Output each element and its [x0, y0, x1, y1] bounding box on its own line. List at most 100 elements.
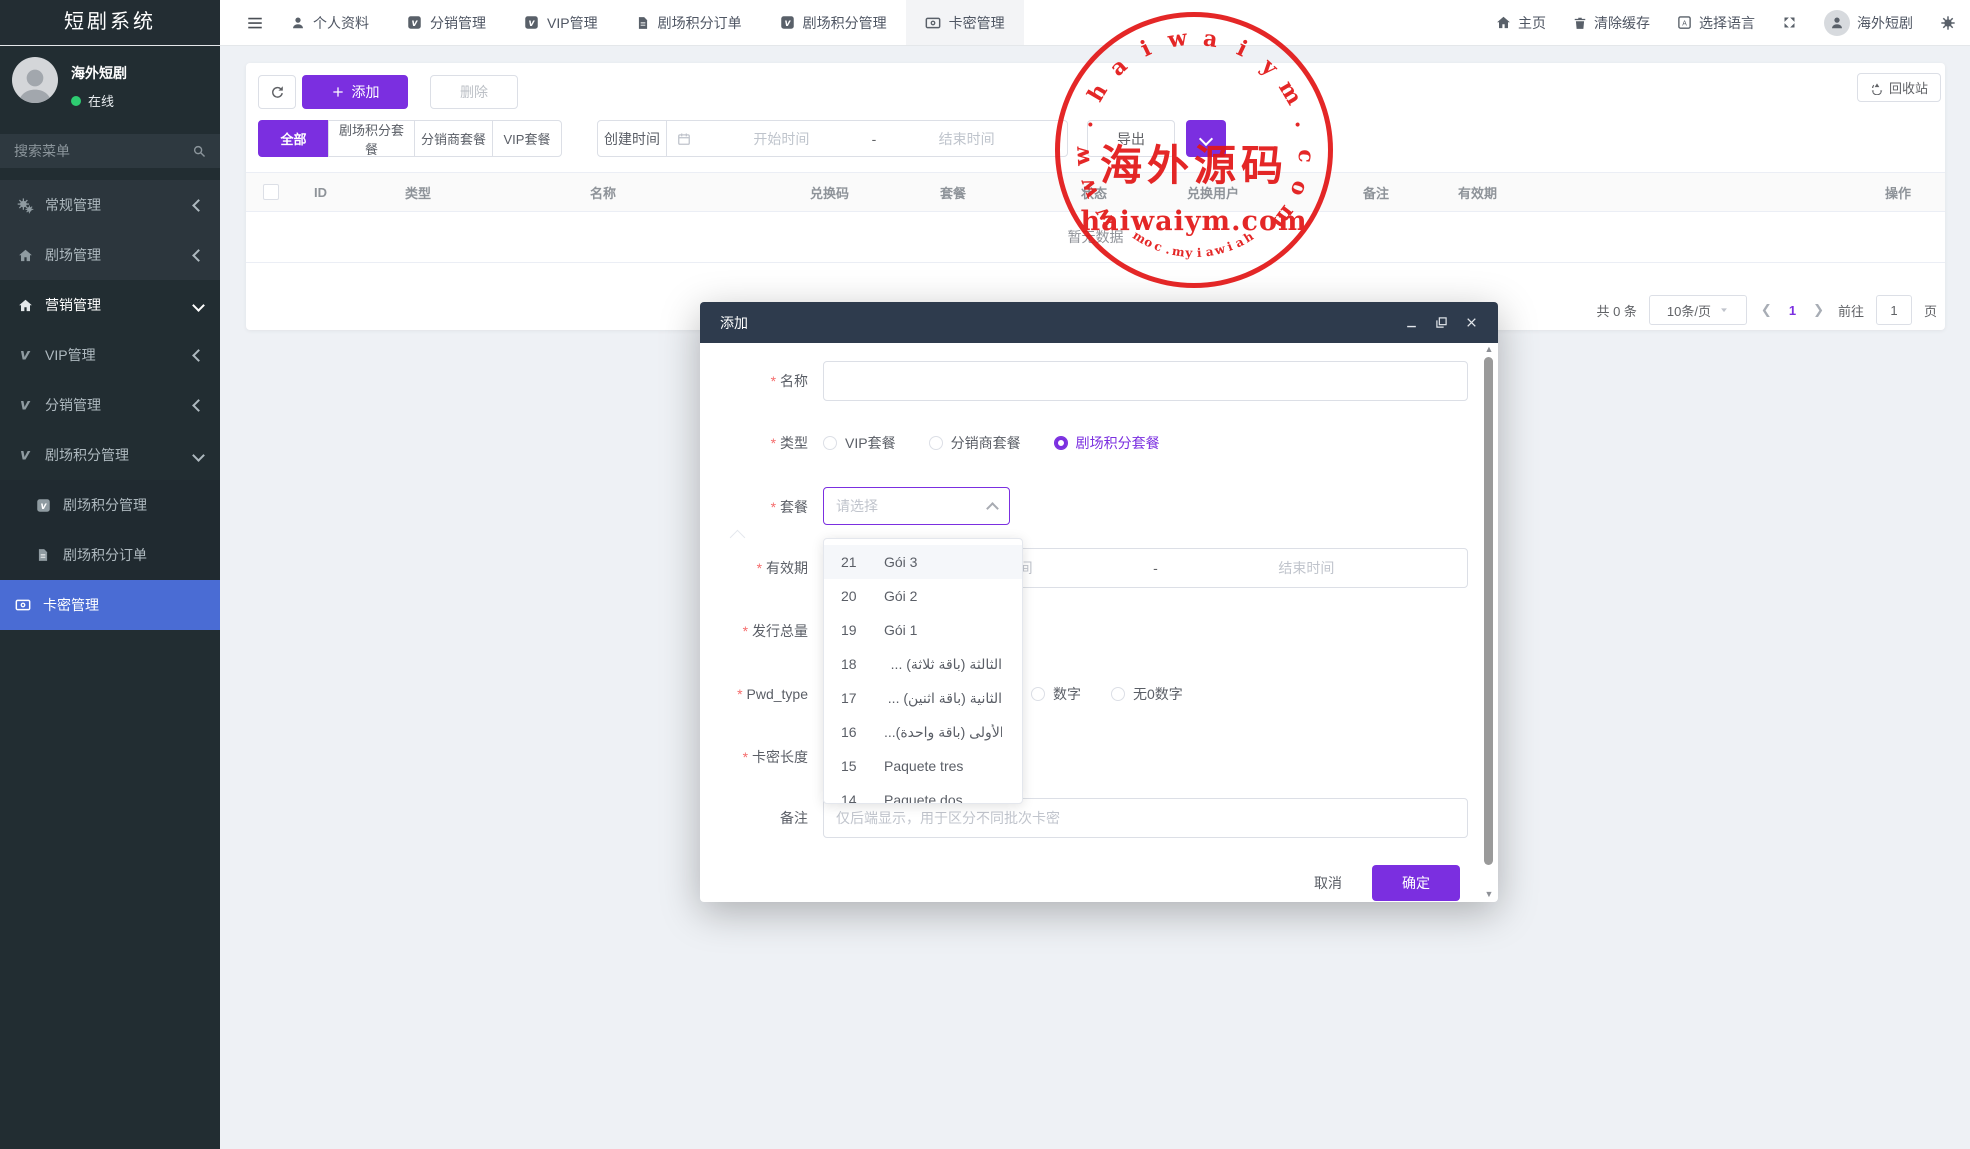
sidebar-item-theater-points[interactable]: v剧场积分管理 [0, 430, 220, 480]
user-menu[interactable]: 海外短剧 [1824, 10, 1913, 36]
sidebar-item-general[interactable]: 常规管理 [0, 180, 220, 230]
radio-vip-package[interactable]: VIP套餐 [823, 433, 896, 453]
tab-distribution[interactable]: v 分销管理 [388, 0, 505, 45]
language-select[interactable]: A选择语言 [1677, 13, 1755, 33]
option-value: 21 [824, 554, 884, 570]
tab-theater-points[interactable]: v剧场积分管理 [761, 0, 906, 45]
fullscreen-button[interactable] [1782, 15, 1797, 30]
tab-label: 分销管理 [430, 13, 486, 33]
sidebar-item-vip[interactable]: vVIP管理 [0, 330, 220, 380]
select-placeholder: 请选择 [836, 496, 878, 516]
filter-vip[interactable]: VIP套餐 [492, 120, 562, 157]
scroll-up-icon[interactable]: ▲ [1483, 345, 1495, 354]
sidebar-item-theater-points-manage[interactable]: v 剧场积分管理 [0, 480, 220, 530]
sidebar-item-label: 营销管理 [45, 295, 101, 315]
tab-label: 卡密管理 [949, 13, 1005, 33]
dropdown-option[interactable]: 18... الثالثة (باقة ثلاثة) [824, 647, 1022, 681]
close-icon[interactable] [1465, 316, 1478, 329]
filter-all[interactable]: 全部 [258, 120, 329, 157]
dropdown-option[interactable]: 15Paquete tres [824, 749, 1022, 783]
search-placeholder: 搜索菜单 [14, 141, 192, 161]
goto-page-input[interactable]: 1 [1876, 295, 1912, 325]
confirm-button[interactable]: 确定 [1372, 865, 1460, 901]
dropdown-option[interactable]: 21Gói 3 [824, 545, 1022, 579]
home-icon [16, 298, 34, 313]
filter-distributor[interactable]: 分销商套餐 [414, 120, 493, 157]
document-icon [34, 548, 52, 562]
v-icon: v [16, 397, 34, 413]
option-label: Paquete dos [884, 792, 1002, 804]
v-badge-icon: v [407, 15, 422, 30]
search-dropdown-button[interactable] [1186, 120, 1226, 157]
col-redeem-user: 兑换用户 [1169, 183, 1345, 202]
sidebar-item-label: 卡密管理 [43, 595, 99, 615]
refresh-button[interactable] [258, 75, 296, 109]
package-select[interactable]: 请选择 [823, 487, 1010, 525]
created-time-range-input[interactable]: 开始时间 - 结束时间 [666, 120, 1068, 157]
refresh-icon [270, 85, 285, 100]
svg-text:v: v [20, 347, 31, 363]
prev-page-button[interactable]: ❮ [1759, 302, 1774, 318]
tab-vip[interactable]: vVIP管理 [505, 0, 617, 45]
recycle-bin-button[interactable]: 回收站 [1857, 73, 1941, 102]
menu-search-input[interactable]: 搜索菜单 [0, 134, 220, 168]
settings-button[interactable] [1940, 15, 1956, 31]
validity-end-placeholder: 结束时间 [1158, 558, 1455, 578]
next-page-button[interactable]: ❯ [1811, 302, 1826, 318]
scroll-down-icon[interactable]: ▼ [1483, 890, 1495, 899]
radio-theater-points-package[interactable]: 剧场积分套餐 [1054, 433, 1160, 453]
dropdown-option[interactable]: 14Paquete dos [824, 783, 1022, 804]
chevron-left-icon [192, 249, 205, 262]
radio-label: 剧场积分套餐 [1076, 433, 1160, 453]
export-button[interactable]: 导出 [1087, 120, 1175, 157]
radio-digits[interactable]: 数字 [1031, 684, 1081, 704]
delete-label: 删除 [460, 82, 488, 102]
sidebar-item-label: 剧场积分管理 [63, 495, 147, 515]
fullscreen-icon [1782, 15, 1797, 30]
content-card: 添加 删除 回收站 全部 剧场积分套餐 分销商套餐 VIP套餐 创建时间 开始时… [246, 63, 1945, 330]
svg-text:v: v [20, 447, 31, 463]
sidebar-item-label: 分销管理 [45, 395, 101, 415]
sidebar-item-theater-points-order[interactable]: 剧场积分订单 [0, 530, 220, 580]
sidebar-toggle-button[interactable] [236, 0, 274, 45]
cancel-button[interactable]: 取消 [1300, 865, 1356, 901]
radio-distributor-package[interactable]: 分销商套餐 [929, 433, 1021, 453]
dropdown-option[interactable]: 19Gói 1 [824, 613, 1022, 647]
col-code: 兑换码 [792, 183, 922, 202]
dialog-scrollbar[interactable]: ▲ ▼ [1483, 347, 1495, 897]
svg-text:v: v [40, 500, 47, 511]
sidebar-item-distribution[interactable]: v 分销管理 [0, 380, 220, 430]
sidebar-item-card-key[interactable]: 卡密管理 [0, 580, 220, 630]
tab-theater-order[interactable]: 剧场积分订单 [617, 0, 761, 45]
dropdown-option[interactable]: 17... الثانية (باقة اثنين) [824, 681, 1022, 715]
current-page[interactable]: 1 [1786, 303, 1799, 318]
name-field-row: 名称 [700, 361, 1498, 401]
option-label: Gói 1 [884, 622, 1002, 638]
radio-no-zero-digits[interactable]: 无0数字 [1111, 684, 1183, 704]
tab-card-key[interactable]: 卡密管理 [906, 0, 1024, 45]
add-label: 添加 [352, 82, 380, 102]
home-link[interactable]: 主页 [1496, 13, 1546, 33]
add-button[interactable]: 添加 [302, 75, 408, 109]
dialog-header[interactable]: 添加 [700, 302, 1498, 343]
calendar-icon [677, 132, 691, 146]
home-label: 主页 [1518, 13, 1546, 33]
option-value: 20 [824, 588, 884, 604]
sidebar-item-marketing[interactable]: 营销管理 [0, 280, 220, 330]
tab-profile[interactable]: 个人资料 [272, 0, 388, 45]
filter-theater-points[interactable]: 剧场积分套餐 [328, 120, 415, 157]
dropdown-option[interactable]: 20Gói 2 [824, 579, 1022, 613]
dropdown-option[interactable]: 16...الأولى (باقة واحدة) [824, 715, 1022, 749]
select-all-checkbox[interactable] [263, 184, 279, 200]
sidebar-item-theater[interactable]: 剧场管理 [0, 230, 220, 280]
scrollbar-thumb[interactable] [1484, 357, 1493, 865]
page-size-select[interactable]: 10条/页 [1649, 295, 1747, 325]
remark-input[interactable]: 仅后端显示，用于区分不同批次卡密 [823, 798, 1468, 838]
col-remark: 备注 [1345, 183, 1440, 202]
name-input[interactable] [823, 361, 1468, 401]
maximize-icon[interactable] [1435, 316, 1448, 329]
clear-cache-button[interactable]: 清除缓存 [1573, 13, 1650, 33]
minimize-icon[interactable] [1405, 316, 1418, 329]
delete-button[interactable]: 删除 [430, 75, 518, 109]
language-icon: A [1677, 15, 1692, 30]
